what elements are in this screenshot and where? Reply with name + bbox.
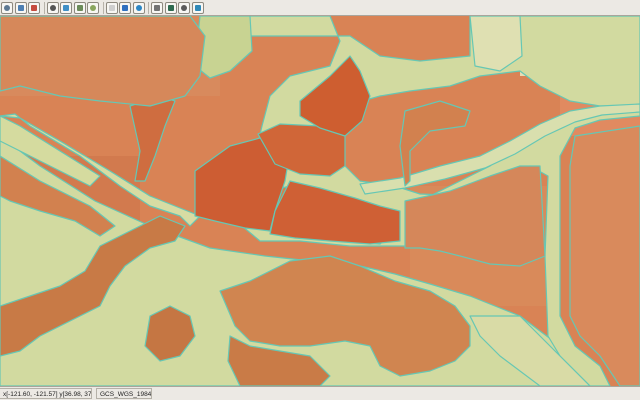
pan-icon[interactable] [46,1,59,14]
crs-readout: GCS_WGS_1984 [96,388,152,399]
map-canvas[interactable] [0,16,640,386]
toolbar-separator [148,1,149,14]
gis-viewer-window: x[-121.60, -121.57] y[36.98, 37.00] GCS_… [0,0,640,400]
globe-icon[interactable] [164,1,177,14]
blank-icon[interactable] [105,1,118,14]
refresh-icon[interactable] [132,1,145,14]
info-icon[interactable] [191,1,204,14]
status-bar: x[-121.60, -121.57] y[36.98, 37.00] GCS_… [0,386,640,400]
layers-icon[interactable] [60,1,72,14]
toolbar-separator [102,1,104,14]
toolbar [0,0,640,16]
raster-map[interactable] [0,16,640,386]
grid-icon[interactable] [1,1,13,14]
zoom-in-icon[interactable] [14,1,27,14]
histogram-icon[interactable] [178,1,190,14]
zoom-out-icon[interactable] [28,1,40,14]
help-icon[interactable] [119,1,131,14]
table-icon[interactable] [73,1,86,14]
chart-icon[interactable] [87,1,99,14]
toolbar-separator [43,1,45,14]
coordinate-readout: x[-121.60, -121.57] y[36.98, 37.00] [0,388,92,399]
settings-icon[interactable] [151,1,163,14]
